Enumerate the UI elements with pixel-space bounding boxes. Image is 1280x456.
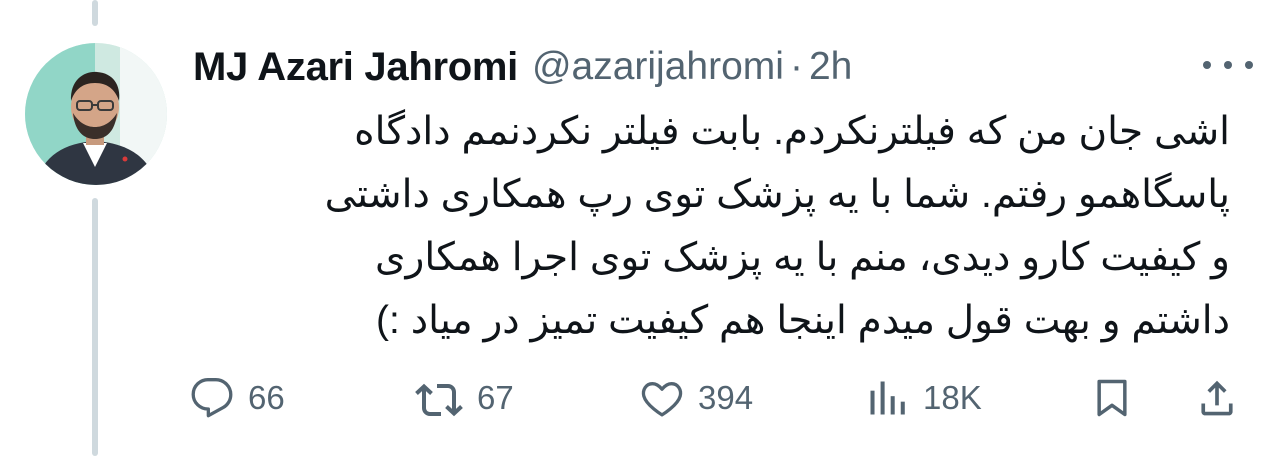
share-icon [1201, 380, 1233, 416]
heart-icon [641, 382, 683, 417]
share-button[interactable] [1195, 370, 1239, 426]
handle[interactable]: @azarijahromi [532, 45, 784, 89]
reply-button[interactable]: 66 [190, 370, 285, 426]
tweet-text-line: و کیفیت کارو دیدی، منم با یه پزشک توی اج… [374, 236, 1230, 279]
tweet-text-line: پاسگاهمو رفتم. شما با یه پزشک توی رپ همک… [324, 173, 1230, 216]
bookmark-icon [1097, 379, 1127, 417]
retweet-count: 67 [477, 379, 514, 416]
retweet-button[interactable]: 67 [415, 370, 514, 426]
timestamp[interactable]: 2h [809, 45, 852, 89]
tweet-text-line: اشی جان من که فیلترنکردم. بابت فیلتر نکر… [354, 110, 1230, 153]
reply-count: 66 [248, 379, 285, 416]
separator-dot: · [789, 45, 803, 88]
views-button[interactable]: 18K [865, 370, 982, 426]
avatar[interactable] [25, 43, 167, 185]
retweet-icon [415, 383, 463, 417]
bookmark-button[interactable] [1090, 370, 1134, 426]
thread-line-bottom [92, 198, 98, 456]
display-name[interactable]: MJ Azari Jahromi [193, 45, 518, 90]
more-icon [1203, 61, 1211, 69]
tweet-text-line: داشتم و بهت قول میدم اینجا هم کیفیت تمیز… [376, 299, 1230, 342]
like-count: 394 [698, 379, 754, 416]
thread-line-top [92, 0, 98, 26]
more-icon-dot [1224, 61, 1232, 69]
tweet-header: MJ Azari Jahromi @azarijahromi · 2h [193, 42, 852, 92]
like-button[interactable]: 394 [640, 370, 753, 426]
views-count: 18K [923, 379, 982, 416]
action-bar: 66 67 394 18K [190, 370, 1250, 426]
tweet-text: اشی جان من که فیلترنکردم. بابت فیلتر نکر… [195, 100, 1230, 352]
reply-icon [191, 378, 233, 418]
more-icon-dot [1245, 61, 1253, 69]
more-button[interactable] [1203, 52, 1253, 78]
views-icon [870, 381, 905, 415]
tweet[interactable]: MJ Azari Jahromi @azarijahromi · 2h اشی … [0, 0, 1280, 456]
